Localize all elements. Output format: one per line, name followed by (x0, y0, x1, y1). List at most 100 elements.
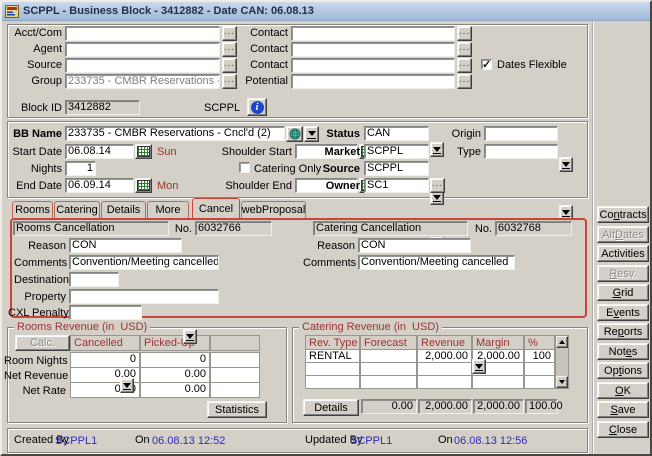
potential-field[interactable] (291, 74, 455, 89)
source-field[interactable] (65, 58, 220, 73)
agent-field[interactable] (65, 42, 220, 57)
cat-rev-cell[interactable] (360, 375, 417, 389)
catering-reason-dropdown-button[interactable] (472, 359, 486, 374)
col-cancelled: Cancelled (70, 335, 140, 351)
calc-button-label: Calc. (30, 337, 55, 349)
contact3-lov-button[interactable] (457, 58, 472, 73)
close-button[interactable]: Close (597, 421, 649, 438)
row-room-nights-label: Room Nights (4, 355, 66, 368)
contact1-field[interactable] (291, 26, 455, 41)
rooms-reason-field[interactable]: CON (69, 238, 182, 253)
origin-dropdown-button[interactable] (559, 157, 573, 172)
bb-name-field[interactable]: 233735 - CMBR Reservations - Cncl'd (2) (65, 126, 285, 141)
source-label: Source (10, 59, 62, 72)
scroll-down-button[interactable] (556, 376, 568, 388)
market-field[interactable]: SCPPL (364, 144, 429, 159)
cat-rev-cell[interactable] (524, 362, 555, 376)
property-info-button[interactable]: i (247, 98, 267, 116)
owner-field[interactable]: SC1 (364, 178, 429, 193)
options-button[interactable]: Options (597, 362, 649, 379)
potential-lov-button[interactable] (457, 74, 472, 89)
end-date-calendar-button[interactable] (135, 178, 152, 193)
bb-name-dropdown-button[interactable] (304, 126, 319, 142)
owner-label: Owner (322, 180, 360, 193)
status-field[interactable]: CAN (364, 126, 429, 141)
notes-button[interactable]: Notes (597, 343, 649, 360)
shoulder-start-label: Shoulder Start (212, 146, 292, 159)
cat-rev-cell[interactable] (305, 375, 360, 389)
translate-globe-button[interactable] (286, 126, 303, 142)
cat-rev-cell[interactable] (417, 375, 472, 389)
start-date-calendar-button[interactable] (135, 144, 152, 159)
tab-webproposal[interactable]: webProposal (241, 201, 306, 218)
contact1-lov-button[interactable] (457, 26, 472, 41)
cxl-penalty-field[interactable] (69, 305, 142, 320)
details-button[interactable]: Details (303, 399, 359, 416)
catering-only-label: Catering Only (254, 163, 329, 176)
dates-flexible-checkbox[interactable] (481, 59, 492, 70)
start-date-field[interactable]: 06.08.14 (65, 144, 134, 159)
reports-button[interactable]: Reports (597, 323, 649, 340)
grid-button[interactable]: Grid (597, 284, 649, 301)
net-rate-pickedup-cell[interactable]: 0.00 (140, 382, 210, 398)
calc-button[interactable]: Calc. (15, 335, 70, 351)
cat-rev-cell[interactable]: 100 (524, 349, 555, 363)
type-field[interactable] (484, 144, 558, 159)
rooms-revenue-title: Rooms Revenue (in USD) (14, 321, 150, 334)
catering-comments-field[interactable]: Convention/Meeting cancelled (358, 255, 515, 270)
destination-dropdown-button[interactable] (120, 378, 134, 393)
cat-rev-cell[interactable] (417, 362, 472, 376)
tab-cancel[interactable]: Cancel (192, 198, 240, 218)
nights-field[interactable]: 1 (65, 161, 96, 176)
cat-rev-cell[interactable] (305, 362, 360, 376)
tab-more[interactable]: More (147, 201, 189, 218)
start-day-label: Sun (157, 146, 177, 159)
status-dropdown-button[interactable] (430, 142, 444, 157)
activities-button[interactable]: Activities (597, 245, 649, 262)
scroll-up-button[interactable] (556, 336, 568, 348)
catering-only-checkbox[interactable] (239, 162, 250, 173)
save-button[interactable]: Save (597, 401, 649, 418)
contact3-field[interactable] (291, 58, 455, 73)
origin-field[interactable] (484, 126, 558, 141)
source2-field[interactable]: SCPPL (364, 161, 429, 176)
catering-revenue-scrollbar[interactable] (555, 335, 569, 389)
rooms-reason-dropdown-button[interactable] (183, 329, 197, 344)
created-on-value: 06.08.13 12:52 (152, 435, 237, 448)
tab-details[interactable]: Details (101, 201, 146, 218)
contact2-lov-button[interactable] (457, 42, 472, 57)
cat-rev-cell[interactable] (524, 375, 555, 389)
tab-rooms[interactable]: Rooms (12, 201, 53, 218)
rooms-reason-label: Reason (22, 240, 66, 253)
col-revenue: Revenue (417, 335, 472, 350)
acct-com-field[interactable] (65, 26, 220, 41)
cxl-property-field[interactable] (69, 289, 219, 304)
events-button[interactable]: Events (597, 304, 649, 321)
ok-button[interactable]: OK (597, 382, 649, 399)
cat-rev-cell[interactable] (360, 349, 417, 363)
cat-rev-cell[interactable]: 2,000.00 (417, 349, 472, 363)
owner-lov-button[interactable] (430, 178, 445, 193)
room-nights-pickedup-cell[interactable]: 0 (140, 352, 210, 368)
rooms-comments-field[interactable]: Convention/Meeting cancelled (69, 255, 219, 270)
cat-rev-cell[interactable]: RENTAL (305, 349, 360, 363)
destination-label: Destination (14, 274, 66, 287)
destination-field[interactable] (69, 272, 119, 287)
cat-rev-cell[interactable] (472, 375, 524, 389)
app-icon (5, 5, 19, 18)
contact2-field[interactable] (291, 42, 455, 57)
statistics-button[interactable]: Statistics (207, 401, 267, 418)
agent-lov-button[interactable] (222, 42, 237, 57)
source-lov-button[interactable] (222, 58, 237, 73)
group-lov-button[interactable] (222, 74, 237, 89)
net-revenue-pickedup-cell[interactable]: 0.00 (140, 367, 210, 383)
end-date-field[interactable]: 06.09.14 (65, 178, 134, 193)
catering-reason-field[interactable]: CON (358, 238, 471, 253)
group-field[interactable]: 233735 - CMBR Reservations - Cncl'd (2) (65, 74, 220, 89)
contracts-button[interactable]: Contracts (597, 206, 649, 223)
cat-rev-cell[interactable] (360, 362, 417, 376)
tab-catering[interactable]: Catering (54, 201, 100, 218)
room-nights-cancelled-cell[interactable]: 0 (70, 352, 140, 368)
acct-com-lov-button[interactable] (222, 26, 237, 41)
business-block-window: SCPPL - Business Block - 3412882 - Date … (0, 0, 652, 456)
